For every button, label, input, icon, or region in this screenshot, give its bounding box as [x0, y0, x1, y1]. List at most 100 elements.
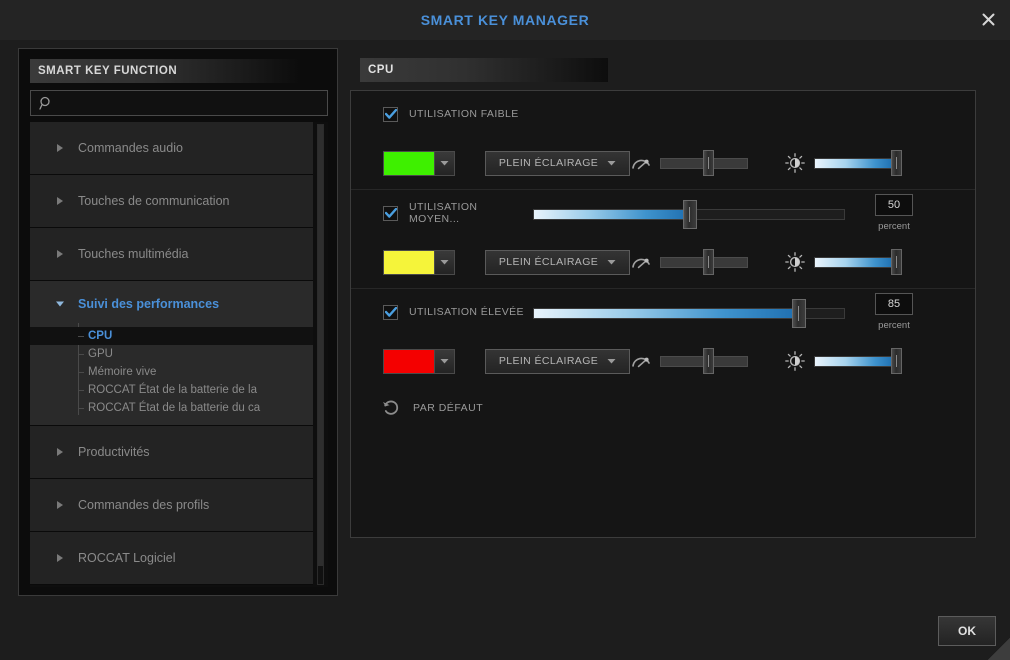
slider-knob[interactable]	[703, 348, 714, 374]
sidebar-group-commandes-audio[interactable]: Commandes audio	[30, 122, 313, 175]
effect-label: PLEIN ÉCLAIRAGE	[498, 355, 599, 367]
usage-medium-value[interactable]: 50	[875, 194, 913, 216]
cpu-settings-box: UTILISATION FAIBLE PLEIN ÉCLAIRAGE UTILI…	[350, 90, 976, 538]
sidebar-group-row[interactable]: Touches multimédia	[30, 228, 313, 280]
sidebar-group-label: Touches multimédia	[78, 247, 189, 261]
sidebar-group-touches-multimedia[interactable]: Touches multimédia	[30, 228, 313, 281]
sidebar-group-label: Touches de communication	[78, 194, 230, 208]
usage-high-value-box: 85 percent	[875, 293, 913, 331]
usage-medium-effect-select[interactable]: PLEIN ÉCLAIRAGE	[485, 249, 630, 275]
sidebar-group-label: ROCCAT Logiciel	[78, 551, 176, 565]
slider-fill	[815, 357, 895, 366]
usage-low-checkbox[interactable]	[383, 106, 398, 122]
usage-medium-color-picker[interactable]	[383, 249, 455, 275]
color-swatch	[384, 250, 434, 274]
sidebar-item-memoire-vive[interactable]: Mémoire vive	[30, 363, 313, 381]
usage-block-low: UTILISATION FAIBLE PLEIN ÉCLAIRAGE	[351, 91, 975, 190]
sidebar-item-gpu[interactable]: GPU	[30, 345, 313, 363]
color-swatch	[384, 349, 434, 373]
speed-gauge-icon	[630, 251, 652, 273]
effect-label: PLEIN ÉCLAIRAGE	[498, 256, 599, 268]
slider-knob[interactable]	[792, 299, 806, 328]
chevron-down-icon	[52, 296, 68, 312]
chevron-right-icon	[52, 140, 68, 156]
slider-fill	[815, 159, 895, 168]
sidebar-scrollbar-thumb[interactable]	[318, 125, 323, 566]
slider-knob[interactable]	[703, 150, 714, 176]
sidebar-group-label: Commandes audio	[78, 141, 183, 155]
usage-high-brightness-group	[784, 348, 902, 374]
usage-high-speed-group	[630, 348, 748, 374]
usage-low-label: UTILISATION FAIBLE	[409, 108, 519, 120]
sidebar-item-cpu[interactable]: CPU	[30, 327, 313, 345]
sidebar-subitems: CPU GPU Mémoire vive ROCCAT État de la b…	[30, 323, 313, 425]
chevron-right-icon	[52, 497, 68, 513]
slider-knob[interactable]	[703, 249, 714, 275]
slider-knob[interactable]	[683, 200, 697, 229]
chevron-right-icon	[52, 444, 68, 460]
slider-knob[interactable]	[891, 150, 902, 176]
reset-to-default-button[interactable]: PAR DÉFAUT	[351, 387, 975, 429]
sidebar-group-label: Productivités	[78, 445, 150, 459]
usage-low-effect-select[interactable]: PLEIN ÉCLAIRAGE	[485, 150, 630, 176]
usage-medium-brightness-slider[interactable]	[814, 249, 902, 275]
usage-medium-label: UTILISATION MOYEN...	[409, 201, 478, 225]
sidebar-item-battery-2[interactable]: ROCCAT État de la batterie du ca	[30, 399, 313, 417]
sidebar-group-suivi-des-performances[interactable]: Suivi des performances CPU GPU Mémoire v…	[30, 281, 313, 426]
usage-high-color-picker[interactable]	[383, 348, 455, 374]
main-panel: CPU UTILISATION FAIBLE PLEIN ÉCLAIRAGE U…	[350, 48, 986, 596]
search-box[interactable]	[30, 90, 328, 116]
sidebar-group-row[interactable]: Suivi des performances	[30, 281, 313, 327]
sidebar-item-battery-1[interactable]: ROCCAT État de la batterie de la	[30, 381, 313, 399]
slider-knob[interactable]	[891, 348, 902, 374]
usage-high-effect-select[interactable]: PLEIN ÉCLAIRAGE	[485, 348, 630, 374]
sidebar-header: SMART KEY FUNCTION	[30, 59, 300, 83]
sidebar-group-row[interactable]: ROCCAT Logiciel	[30, 532, 313, 584]
usage-block-medium: UTILISATION MOYEN... 50 percent PLEIN ÉC…	[351, 190, 975, 289]
usage-low-color-picker[interactable]	[383, 150, 455, 176]
usage-medium-speed-slider[interactable]	[660, 249, 748, 275]
resize-grip[interactable]	[988, 638, 1010, 660]
usage-check-row: UTILISATION FAIBLE	[351, 91, 975, 137]
brightness-icon	[784, 350, 806, 372]
sidebar-panel: SMART KEY FUNCTION Commandes audio Touch…	[18, 48, 338, 596]
usage-high-checkbox[interactable]	[383, 304, 398, 320]
usage-low-brightness-slider[interactable]	[814, 150, 902, 176]
slider-knob[interactable]	[891, 249, 902, 275]
sidebar-scrollbar[interactable]	[317, 124, 324, 585]
usage-low-effect-row: PLEIN ÉCLAIRAGE	[351, 137, 975, 189]
search-icon	[38, 95, 54, 111]
sidebar-group-row[interactable]: Productivités	[30, 426, 313, 478]
usage-medium-checkbox[interactable]	[383, 205, 398, 221]
sidebar-group-row[interactable]: Commandes des profils	[30, 479, 313, 531]
window-title: SMART KEY MANAGER	[420, 12, 590, 28]
sidebar-group-row[interactable]: Commandes audio	[30, 122, 313, 174]
usage-high-effect-row: PLEIN ÉCLAIRAGE	[351, 335, 975, 387]
sidebar-nav-list: Commandes audio Touches de communication	[30, 122, 313, 585]
usage-medium-brightness-group	[784, 249, 902, 275]
chevron-down-icon	[434, 151, 454, 175]
sidebar-group-touches-de-communication[interactable]: Touches de communication	[30, 175, 313, 228]
sidebar-group-row[interactable]: Touches de communication	[30, 175, 313, 227]
sidebar-group-roccat-logiciel[interactable]: ROCCAT Logiciel	[30, 532, 313, 585]
usage-medium-unit: percent	[878, 221, 910, 232]
usage-high-value[interactable]: 85	[875, 293, 913, 315]
usage-high-brightness-slider[interactable]	[814, 348, 902, 374]
sidebar-group-commandes-des-profils[interactable]: Commandes des profils	[30, 479, 313, 532]
search-input[interactable]	[54, 91, 327, 115]
usage-high-speed-slider[interactable]	[660, 348, 748, 374]
sidebar-nav-scroll: Commandes audio Touches de communication	[30, 122, 328, 587]
sidebar-group-label: Commandes des profils	[78, 498, 210, 512]
chevron-down-icon	[434, 250, 454, 274]
usage-low-brightness-group	[784, 150, 902, 176]
speed-gauge-icon	[630, 152, 652, 174]
usage-high-threshold-slider[interactable]	[533, 297, 845, 328]
smart-key-manager-window: SMART KEY MANAGER SMART KEY FUNCTION Com…	[0, 0, 1010, 660]
close-button[interactable]	[970, 2, 1006, 36]
usage-low-speed-slider[interactable]	[660, 150, 748, 176]
usage-check-row: UTILISATION ÉLEVÉE 85 percent	[351, 289, 975, 335]
reset-arrow-icon	[381, 398, 401, 418]
brightness-icon	[784, 251, 806, 273]
sidebar-group-productivites[interactable]: Productivités	[30, 426, 313, 479]
usage-medium-threshold-slider[interactable]	[533, 198, 845, 229]
